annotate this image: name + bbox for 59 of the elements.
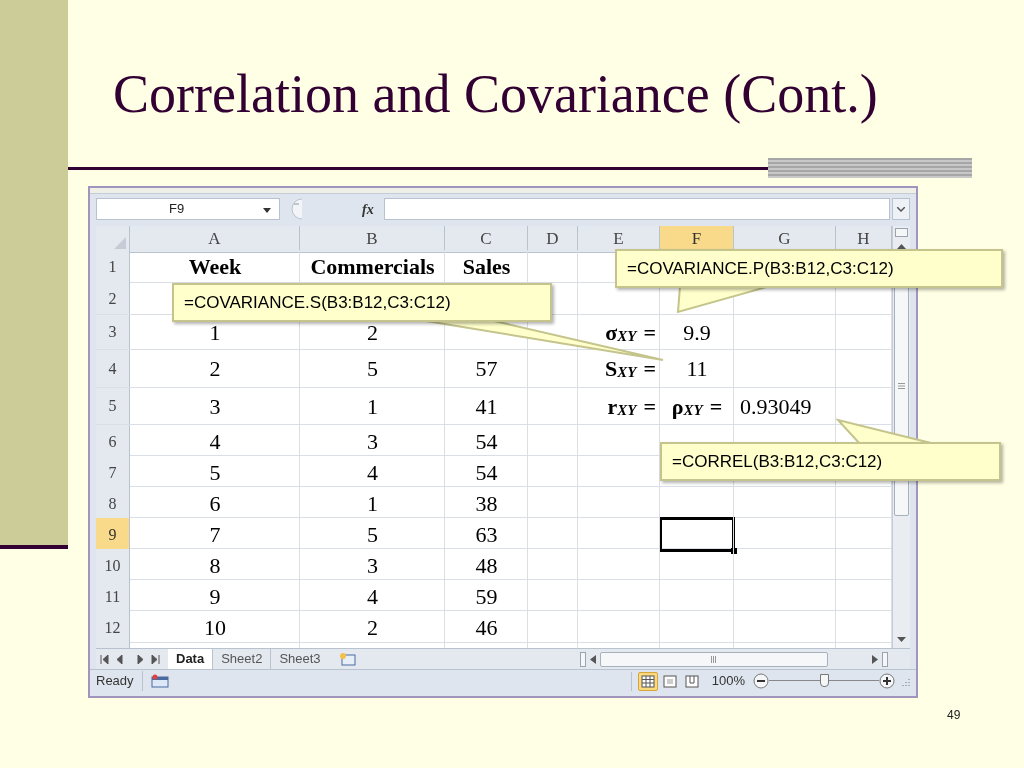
row-header[interactable]: 3 (96, 315, 130, 349)
page-number: 49 (947, 707, 962, 724)
row-header[interactable]: 8 (96, 487, 130, 520)
table-cell-text: 41 (474, 392, 499, 421)
table-cell-text: 48 (474, 552, 499, 580)
table-cell-text: 4 (366, 583, 379, 611)
table-cell-text: 7 (208, 521, 222, 549)
table-cell-text: Week (187, 253, 243, 281)
column-header[interactable]: C (445, 226, 528, 253)
row-header[interactable]: 10 (96, 549, 130, 582)
column-header[interactable]: A (130, 226, 300, 253)
table-cell-text: Commercials (309, 253, 436, 281)
table-cell-text: 1 (366, 490, 379, 518)
table-cell-text: 6 (208, 490, 222, 518)
table-cell-text: 5 (208, 459, 222, 487)
table-cell-text: 3 (366, 552, 379, 580)
column-header[interactable]: B (300, 226, 445, 253)
row-header[interactable]: 9 (96, 518, 130, 551)
function-button[interactable]: fx (362, 198, 374, 220)
table-cell-text: 2 (208, 355, 222, 383)
row-header[interactable]: 4 (96, 350, 130, 387)
slide-title: Correlation and Covariance (Cont.) (113, 63, 879, 126)
row-header[interactable]: 12 (96, 611, 130, 644)
table-cell-text: 11 (685, 355, 709, 383)
row-header[interactable]: 7 (96, 456, 130, 489)
table-cell-text: Sales (461, 253, 512, 281)
name-box-value: F9 (169, 200, 185, 219)
table-cell-text: 38 (474, 490, 499, 518)
table-cell-text: 3 (366, 428, 379, 456)
table-cell-text: 1 (366, 392, 379, 421)
table-cell-text: 10 (203, 614, 227, 642)
table-cell-text: 54 (474, 459, 499, 487)
table-cell-text: 0.93049 (739, 392, 813, 421)
table-cell-text: 2 (366, 614, 379, 642)
table-cell-text: 46 (474, 614, 499, 642)
callout: =COVARIANCE.S(B3:B12,C3:C12) (172, 283, 552, 322)
column-header[interactable]: E (578, 226, 660, 253)
table-cell-text: 3 (208, 392, 222, 421)
table-cell-text: 54 (474, 428, 499, 456)
table-cell-text: 57 (474, 355, 499, 383)
zoom-level: 100% (711, 672, 745, 691)
table-cell-text: 63 (474, 521, 499, 549)
column-header[interactable]: D (528, 226, 578, 253)
table-cell-text: 9 (208, 583, 222, 611)
row-header[interactable]: 6 (96, 425, 130, 458)
sheet-tab[interactable]: Data (168, 648, 213, 670)
table-cell-text: 4 (208, 428, 222, 456)
row-header[interactable]: 2 (96, 283, 130, 314)
table-cell-text: 9.9 (682, 318, 712, 347)
table-cell-text: 4 (366, 459, 379, 487)
table-cell-text: 5 (366, 355, 379, 383)
row-header[interactable]: 11 (96, 580, 130, 613)
table-cell-text: 5 (366, 521, 379, 549)
table-cell-text: 8 (208, 552, 222, 580)
name-box[interactable]: F9 (96, 198, 280, 220)
row-header[interactable]: 1 (96, 250, 130, 283)
row-header[interactable]: 5 (96, 388, 130, 424)
table-cell-text: 59 (474, 583, 499, 611)
status-mode: Ready (96, 671, 143, 691)
